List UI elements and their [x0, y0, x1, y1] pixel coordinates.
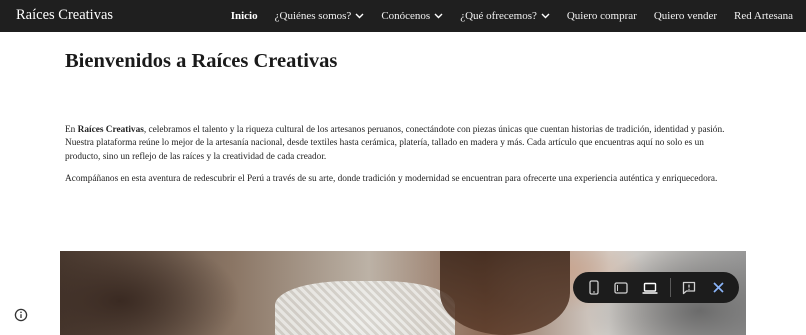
nav-item-quiero-comprar[interactable]: Quiero comprar	[567, 10, 637, 22]
close-icon[interactable]	[709, 279, 727, 296]
intro-prefix: En	[65, 125, 78, 135]
nav-item-label: ¿Quiénes somos?	[274, 10, 352, 22]
intro-body: , celebramos el talento y la riqueza cul…	[65, 125, 725, 162]
nav-item-label: Red Artesana	[734, 10, 793, 22]
nav-item-red-artesana[interactable]: Red Artesana	[734, 10, 793, 22]
brand-name: Raíces Creativas	[77, 125, 144, 135]
tablet-icon[interactable]	[612, 279, 630, 296]
invitation-paragraph: Acompáñanos en esta aventura de redescub…	[65, 174, 718, 184]
toolbar-divider	[670, 278, 671, 297]
nav-item-label: Quiero comprar	[566, 10, 637, 22]
chevron-down-icon	[541, 13, 550, 19]
info-icon[interactable]	[13, 307, 29, 323]
nav-item-quiero-vender[interactable]: Quiero vender	[654, 10, 717, 22]
intro-paragraph: En Raíces Creativas, celebramos el talen…	[65, 124, 735, 164]
chevron-down-icon	[355, 13, 364, 19]
hero-knitted-textile	[275, 281, 455, 335]
nav-item-label: ¿Qué ofrecemos?	[460, 10, 537, 22]
top-navbar: Raíces Creativas Inicio ¿Quiénes somos? …	[0, 0, 806, 32]
hero-artisan-hair	[440, 251, 570, 335]
laptop-icon[interactable]	[641, 279, 659, 296]
feedback-icon[interactable]	[680, 279, 698, 296]
nav-item-label: Inicio	[230, 10, 258, 22]
site-title[interactable]: Raíces Creativas	[16, 7, 113, 24]
nav-item-que-ofrecemos[interactable]: ¿Qué ofrecemos?	[460, 10, 550, 22]
nav-item-quienes-somos[interactable]: ¿Quiénes somos?	[275, 10, 365, 22]
main-nav: Inicio ¿Quiénes somos? Conócenos ¿Qué of…	[223, 0, 806, 32]
phone-icon[interactable]	[585, 279, 603, 296]
nav-item-label: Conócenos	[381, 10, 431, 22]
nav-item-inicio[interactable]: Inicio	[231, 10, 258, 22]
page-heading: Bienvenidos a Raíces Creativas	[65, 50, 338, 72]
chevron-down-icon	[434, 13, 443, 19]
preview-toolbar	[573, 272, 739, 303]
nav-item-conocenos[interactable]: Conócenos	[381, 10, 443, 22]
nav-item-label: Quiero vender	[653, 10, 718, 22]
